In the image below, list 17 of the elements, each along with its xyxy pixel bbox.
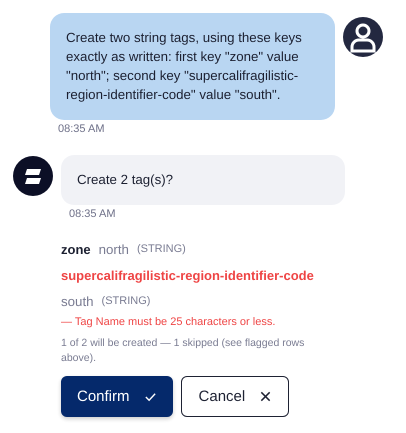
user-avatar-icon [343, 17, 383, 57]
message-time: 08:35 AM [69, 208, 116, 220]
message-time: 08:35 AM [58, 123, 106, 135]
tag-key: supercalifragilistic-region-identifier-code [61, 268, 314, 282]
cancel-button[interactable]: Cancel [180, 376, 290, 417]
tag-value: north [98, 242, 129, 256]
summary-text: 1 of 2 will be created — 1 skipped (see flagged rows above). [61, 336, 306, 366]
message-bubble: Create 2 tag(s)? [61, 155, 345, 205]
tag-type: (STRING) [102, 295, 150, 307]
message-bubble: Create two string tags, using these keys exactly as written: first key "zone" value "north"; second key "supercalifragilistic-region-identifier-code" value "south". [50, 13, 335, 120]
tag-value: south [61, 294, 94, 308]
error-message: — Tag Name must be 25 characters or less. [61, 316, 276, 328]
bot-logo-icon [13, 156, 53, 196]
confirm-button[interactable]: Confirm [61, 376, 173, 417]
tag-type: (STRING) [136, 243, 186, 255]
tag-key: zone [61, 242, 91, 256]
close-icon [259, 390, 272, 403]
